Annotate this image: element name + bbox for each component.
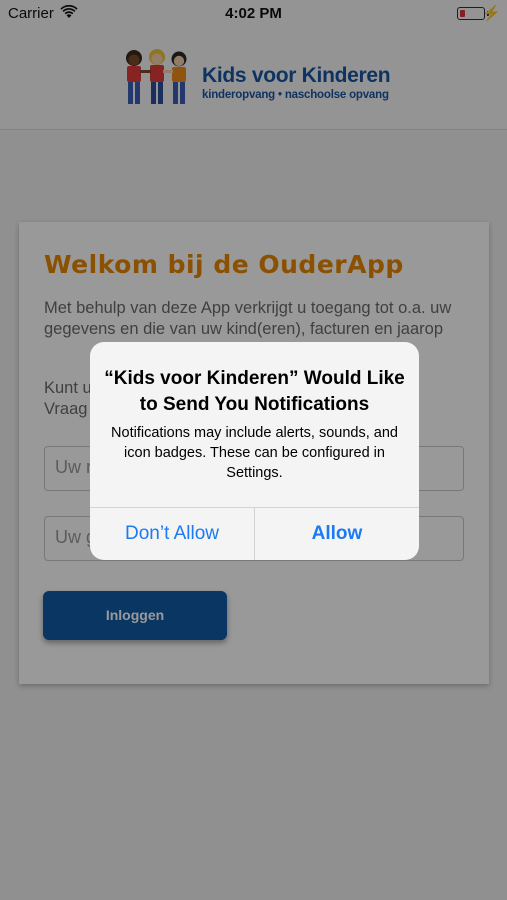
notification-permission-alert: “Kids voor Kinderen” Would Like to Send … (90, 342, 419, 560)
alert-title: “Kids voor Kinderen” Would Like to Send … (104, 368, 405, 415)
dont-allow-button[interactable]: Don’t Allow (90, 508, 254, 560)
allow-button[interactable]: Allow (255, 508, 419, 560)
alert-message: Notifications may include alerts, sounds… (111, 425, 398, 481)
